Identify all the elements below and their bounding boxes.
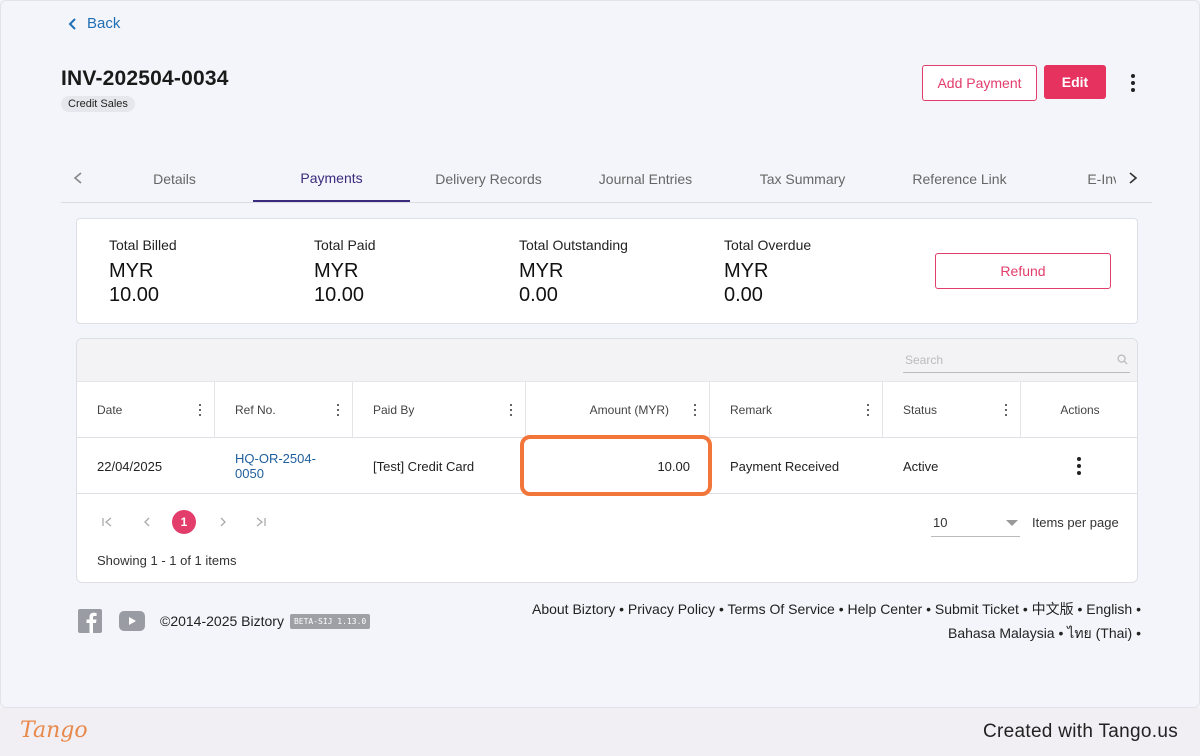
youtube-icon[interactable] (119, 611, 145, 631)
invoice-type-badge: Credit Sales (61, 96, 135, 112)
column-header-amount[interactable]: Amount (MYR) (526, 382, 710, 438)
cell-ref-no-link[interactable]: HQ-OR-2504-0050 (215, 438, 353, 494)
total-overdue-currency: MYR (724, 260, 769, 282)
footer-links: About Biztory • Privacy Policy • Terms O… (521, 597, 1141, 645)
cell-date: 22/04/2025 (97, 458, 163, 474)
footer-links-line-1[interactable]: About Biztory • Privacy Policy • Terms O… (521, 597, 1141, 621)
tab-tax-summary[interactable]: Tax Summary (724, 156, 881, 202)
add-payment-button[interactable]: Add Payment (922, 65, 1037, 101)
row-actions-icon[interactable] (1075, 457, 1083, 475)
cell-remark: Payment Received (730, 458, 840, 474)
total-paid: Total Paid MYR 10.00 (314, 237, 375, 307)
next-page-icon[interactable] (211, 510, 235, 534)
column-header-paid-by[interactable]: Paid By (353, 382, 526, 438)
tab-reference-link[interactable]: Reference Link (881, 156, 1038, 202)
tango-logo: Tango (20, 718, 88, 743)
app-frame: Back INV-202504-0034 Credit Sales Add Pa… (0, 0, 1200, 708)
page-number-current[interactable]: 1 (172, 510, 196, 534)
total-billed-label: Total Billed (109, 237, 177, 253)
total-overdue-value: 0.00 (724, 284, 763, 306)
pagination: 1 10 Items per page (77, 505, 1137, 541)
grid-toolbar: Search (77, 339, 1137, 381)
chevron-left-icon[interactable] (71, 168, 85, 188)
tab-list: Details Payments Delivery Records Journa… (96, 156, 1116, 203)
cell-paid-by: [Test] Credit Card (373, 458, 475, 474)
grid-header: Date Ref No. Paid By Amount (MYR) Remark… (77, 381, 1137, 438)
total-outstanding: Total Outstanding MYR 0.00 (519, 237, 628, 307)
chevron-down-icon (1006, 519, 1018, 526)
search-placeholder: Search (905, 352, 944, 367)
search-input[interactable]: Search (903, 347, 1130, 373)
tab-payments[interactable]: Payments (253, 156, 410, 202)
refund-button[interactable]: Refund (935, 253, 1111, 289)
back-link[interactable]: Back (67, 15, 120, 32)
tango-credit: Created with Tango.us (982, 721, 1178, 742)
total-billed-currency: MYR (109, 260, 154, 282)
footer-links-line-2[interactable]: Bahasa Malaysia • ไทย (Thai) • (521, 621, 1141, 645)
column-menu-icon[interactable] (336, 404, 340, 416)
payments-grid: Search Date Ref No. Paid By Amount (MYR) (76, 338, 1138, 583)
tango-footer: Tango Created with Tango.us (0, 708, 1200, 756)
column-header-status[interactable]: Status (883, 382, 1021, 438)
total-overdue-label: Total Overdue (724, 237, 812, 253)
tab-journal-entries[interactable]: Journal Entries (567, 156, 724, 202)
items-per-page-select[interactable]: 10 (931, 509, 1020, 537)
chevron-left-icon (68, 17, 76, 30)
column-menu-icon[interactable] (198, 404, 202, 416)
social-links (78, 609, 145, 633)
items-per-page-label: Items per page (1032, 515, 1119, 530)
total-outstanding-value: 0.00 (519, 284, 558, 306)
column-menu-icon[interactable] (866, 404, 870, 416)
copyright: ©2014-2025 Biztory BETA-SIJ 1.13.0 (160, 613, 371, 629)
column-header-ref-no[interactable]: Ref No. (215, 382, 353, 438)
facebook-icon[interactable] (78, 609, 102, 633)
tab-delivery-records[interactable]: Delivery Records (410, 156, 567, 202)
last-page-icon[interactable] (249, 510, 273, 534)
total-paid-value: 10.00 (314, 284, 365, 306)
total-billed: Total Billed MYR 10.00 (109, 237, 177, 307)
column-menu-icon[interactable] (1004, 404, 1008, 416)
column-menu-icon[interactable] (693, 404, 697, 416)
copyright-text: ©2014-2025 Biztory (160, 613, 284, 629)
total-outstanding-currency: MYR (519, 260, 564, 282)
chevron-right-icon[interactable] (1126, 168, 1140, 188)
version-badge: BETA-SIJ 1.13.0 (289, 613, 371, 629)
tab-bar: Details Payments Delivery Records Journa… (61, 156, 1152, 203)
column-menu-icon[interactable] (509, 404, 513, 416)
tab-details[interactable]: Details (96, 156, 253, 202)
column-header-date[interactable]: Date (77, 382, 215, 438)
edit-button[interactable]: Edit (1044, 65, 1106, 99)
search-icon (1117, 354, 1128, 365)
total-paid-currency: MYR (314, 260, 359, 282)
column-header-remark[interactable]: Remark (710, 382, 883, 438)
page-title: INV-202504-0034 (61, 67, 229, 90)
more-options-icon[interactable] (1125, 71, 1141, 95)
showing-count: Showing 1 - 1 of 1 items (97, 553, 237, 568)
back-label: Back (87, 15, 121, 32)
items-per-page-value: 10 (933, 515, 948, 530)
payment-summary-card: Total Billed MYR 10.00 Total Paid MYR 10… (76, 218, 1138, 324)
total-overdue: Total Overdue MYR 0.00 (724, 237, 811, 307)
total-billed-value: 10.00 (109, 284, 160, 306)
cell-status: Active (903, 458, 939, 474)
column-header-actions: Actions (1060, 403, 1100, 417)
total-outstanding-label: Total Outstanding (519, 237, 628, 253)
total-paid-label: Total Paid (314, 237, 376, 253)
prev-page-icon[interactable] (135, 510, 159, 534)
first-page-icon[interactable] (95, 510, 119, 534)
amount-highlight-box (520, 435, 712, 496)
tab-e-invoice[interactable]: E-Invoice (1038, 156, 1116, 202)
